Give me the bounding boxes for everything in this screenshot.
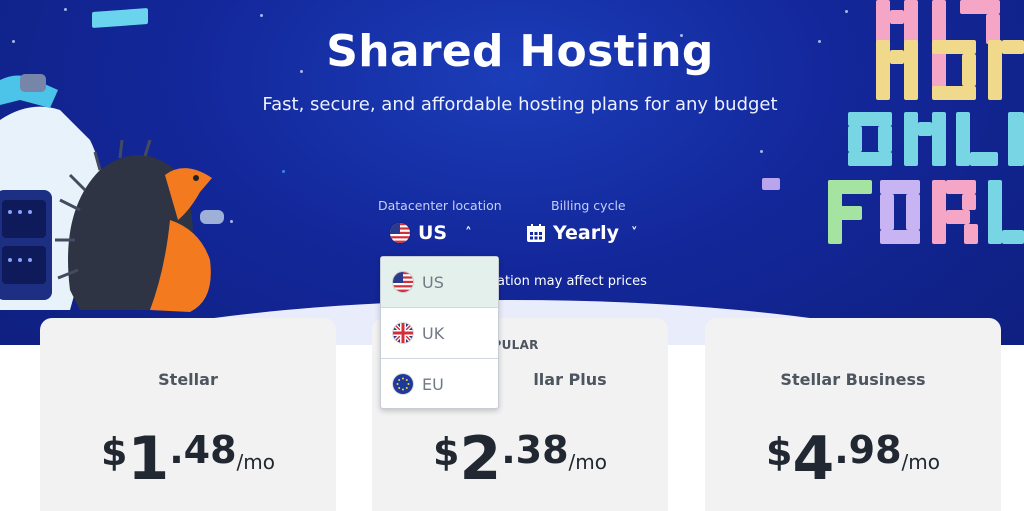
chevron-down-icon: ˅ bbox=[631, 225, 638, 241]
billing-selected-value: Yearly bbox=[553, 222, 619, 244]
price-currency: $ bbox=[433, 430, 460, 474]
plan-name: Stellar bbox=[158, 370, 218, 389]
plan-price: $1.48/mo bbox=[40, 424, 336, 494]
chevron-up-icon: ˄ bbox=[465, 225, 472, 241]
plan-card-stellar[interactable]: Stellar $1.48/mo bbox=[40, 318, 336, 511]
option-label: EU bbox=[422, 374, 444, 394]
datacenter-label: Datacenter location bbox=[378, 198, 502, 213]
price-currency: $ bbox=[101, 430, 128, 474]
dropdown-option-us[interactable]: US bbox=[381, 257, 498, 308]
dropdown-option-uk[interactable]: UK bbox=[381, 308, 498, 359]
datacenter-dropdown: US UK EU bbox=[380, 256, 499, 409]
price-decimal: .48 bbox=[169, 428, 237, 472]
page: Shared Hosting Fast, secure, and afforda… bbox=[0, 0, 1024, 511]
price-period: /mo bbox=[568, 450, 607, 474]
uk-flag-icon bbox=[393, 323, 413, 343]
plan-name: Stellar Business bbox=[780, 370, 926, 389]
price-integer: 1 bbox=[127, 424, 170, 494]
option-label: UK bbox=[422, 323, 445, 343]
billing-select[interactable]: Yearly ˅ bbox=[526, 222, 638, 244]
price-currency: $ bbox=[766, 430, 793, 474]
price-integer: 2 bbox=[459, 424, 502, 494]
price-decimal: .38 bbox=[501, 428, 569, 472]
price-period: /mo bbox=[901, 450, 940, 474]
price-period: /mo bbox=[236, 450, 275, 474]
dropdown-option-eu[interactable]: EU bbox=[381, 359, 498, 409]
eu-flag-icon bbox=[393, 374, 413, 394]
price-integer: 4 bbox=[792, 424, 835, 494]
datacenter-select[interactable]: US ˄ bbox=[390, 222, 472, 244]
plan-price: $2.38/mo bbox=[372, 424, 668, 494]
billing-label: Billing cycle bbox=[551, 198, 626, 213]
location-price-note: ation may affect prices bbox=[497, 274, 647, 289]
plan-price: $4.98/mo bbox=[705, 424, 1001, 494]
us-flag-icon bbox=[393, 272, 413, 292]
us-flag-icon bbox=[390, 223, 410, 243]
page-title: Shared Hosting bbox=[326, 26, 714, 77]
floating-block bbox=[762, 178, 780, 190]
plan-card-stellar-business[interactable]: Stellar Business $4.98/mo bbox=[705, 318, 1001, 511]
option-label: US bbox=[422, 272, 444, 292]
datacenter-selected-value: US bbox=[418, 222, 448, 244]
page-subtitle: Fast, secure, and affordable hosting pla… bbox=[262, 94, 778, 115]
price-decimal: .98 bbox=[834, 428, 902, 472]
calendar-icon bbox=[526, 223, 546, 243]
